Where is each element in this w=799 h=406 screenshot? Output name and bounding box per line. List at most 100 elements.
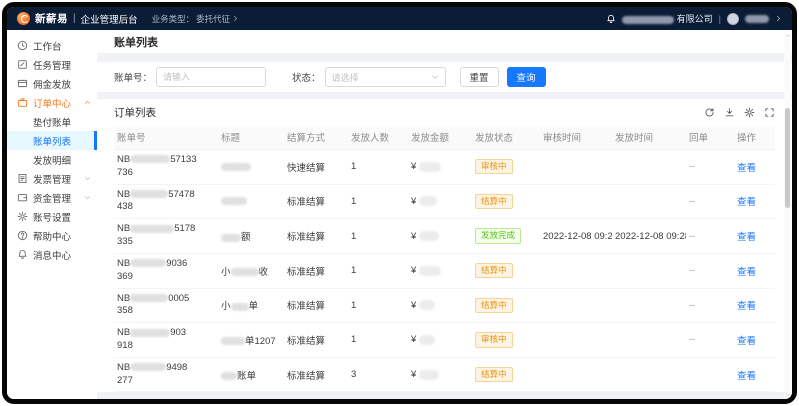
sidebar-item-label: 佣金发放 [33,77,71,91]
cell-amount: ¥ [408,323,472,358]
cell-receipt: -- [686,288,734,323]
sidebar-item-menu[interactable]: 工作台 [7,36,97,55]
settings-icon[interactable] [744,107,755,118]
cell-bill-no: NB5178335 [114,219,218,254]
sidebar-item-label: 发票管理 [33,172,71,186]
column-header: 发放时间 [612,126,686,150]
status-badge: 发放完成 [475,228,521,243]
cell-title [218,150,284,185]
column-header: 操作 [734,126,775,150]
company-name[interactable]: 有限公司 [622,12,713,25]
sidebar-item-menu[interactable]: 发票管理 [7,169,97,188]
scroll-down-icon[interactable] [784,390,791,398]
sidebar-item-label: 消息中心 [33,248,71,262]
cell-audit-time [540,184,612,219]
view-link[interactable]: 查看 [737,163,756,174]
sidebar-item-label: 账单列表 [33,134,71,148]
sidebar-item-menu[interactable]: 资金管理 [7,188,97,207]
search-button[interactable]: 查询 [507,67,546,87]
cell-pay-time [612,357,686,392]
main-layout: 工作台任务管理佣金发放订单中心垫付账单账单列表发放明细发票管理资金管理账号设置帮… [7,30,792,399]
cell-receipt: -- [686,219,734,254]
cell-people-count: 1 [348,150,408,185]
table-row: NB0005358小单标准结算1¥ 结算中--查看 [114,288,775,323]
cell-settlement-method: 标准结算 [284,219,348,254]
view-link[interactable]: 查看 [737,267,756,278]
view-link[interactable]: 查看 [737,232,756,243]
table-row: NB903918单1207标准结算1¥ 审核中--查看 [114,323,775,358]
page-header: 账单列表 [97,30,792,54]
fullscreen-icon[interactable] [764,107,775,118]
cell-receipt [686,357,734,392]
sidebar-item-selected[interactable]: 账单列表 [7,131,97,150]
status-badge: 审核中 [475,159,513,174]
sidebar-item-menu[interactable]: 账号设置 [7,207,97,226]
card-icon [17,78,28,89]
sidebar-item-label: 垫付账单 [33,115,71,129]
cell-action: 查看 [734,288,775,323]
cell-settlement-method: 标准结算 [284,184,348,219]
scrollbar-thumb[interactable] [785,108,790,208]
sidebar-item-menu[interactable]: 垫付账单 [7,112,97,131]
amount-redacted [419,335,435,345]
sidebar-item-menu[interactable]: 佣金发放 [7,74,97,93]
status-select[interactable]: 请选择 [325,67,446,87]
cell-action: 查看 [734,253,775,288]
refresh-icon[interactable] [704,107,715,118]
cell-settlement-method: 标准结算 [284,288,348,323]
business-type-label: 业务类型： [152,13,195,25]
cell-title: 额 [218,219,284,254]
gear-icon [17,211,28,222]
user-menu-chevron-icon[interactable] [775,15,782,22]
cell-action: 查看 [734,323,775,358]
company-name-suffix: 有限公司 [677,14,713,24]
cell-people-count: 1 [348,253,408,288]
cell-pay-time [612,323,686,358]
cell-bill-no: NB9498277 [114,357,218,392]
sidebar-item-menu[interactable]: 订单中心 [7,93,97,112]
business-type-switcher[interactable]: 业务类型： 委托代征 [152,13,240,25]
top-navbar: 新薪易 | 企业管理后台 业务类型： 委托代征 有限公司 | [7,7,792,30]
table-toolbar [704,107,775,118]
view-link[interactable]: 查看 [737,197,756,208]
reset-button[interactable]: 重置 [460,67,499,87]
view-link[interactable]: 查看 [737,371,756,382]
table-row: NB9036369小收标准结算1¥ 结算中--查看 [114,253,775,288]
sidebar-item-label: 任务管理 [33,58,71,72]
bill-no-redacted [130,225,174,233]
column-header: 回单 [686,126,734,150]
app-subtitle: 企业管理后台 [81,12,138,26]
cell-amount: ¥ [408,357,472,392]
user-avatar[interactable] [727,13,739,25]
cell-people-count: 3 [348,357,408,392]
cell-status: 结算中 [472,357,540,392]
app-logo-icon [17,12,30,25]
cell-status: 发放完成 [472,219,540,254]
sidebar-item-label: 发放明细 [33,153,71,167]
cell-audit-time [540,150,612,185]
sidebar-item-menu[interactable]: 任务管理 [7,55,97,74]
column-header: 审核时间 [540,126,612,150]
column-header: 发放金额 [408,126,472,150]
notification-bell-icon[interactable] [606,14,616,24]
sidebar-item-menu[interactable]: 发放明细 [7,150,97,169]
view-link[interactable]: 查看 [737,336,756,347]
download-icon[interactable] [724,107,735,118]
amount-redacted [419,370,439,380]
cell-amount: ¥ [408,288,472,323]
sidebar-item-label: 工作台 [33,39,62,53]
help-icon [17,230,28,241]
bill-no-input[interactable] [156,67,266,87]
scrollbar[interactable] [784,30,791,399]
title-redacted [221,372,237,380]
sidebar-item-label: 帮助中心 [33,229,71,243]
sidebar-item-menu[interactable]: 消息中心 [7,245,97,264]
view-link[interactable]: 查看 [737,301,756,312]
column-header: 结算方式 [284,126,348,150]
sidebar-item-menu[interactable]: 帮助中心 [7,226,97,245]
scroll-up-icon[interactable] [784,31,791,39]
chevron-up-icon [84,99,91,106]
table-row: NB5178335额标准结算1¥ 发放完成2022-12-08 09:27:40… [114,219,775,254]
cell-audit-time [540,288,612,323]
bell-icon [17,249,28,260]
